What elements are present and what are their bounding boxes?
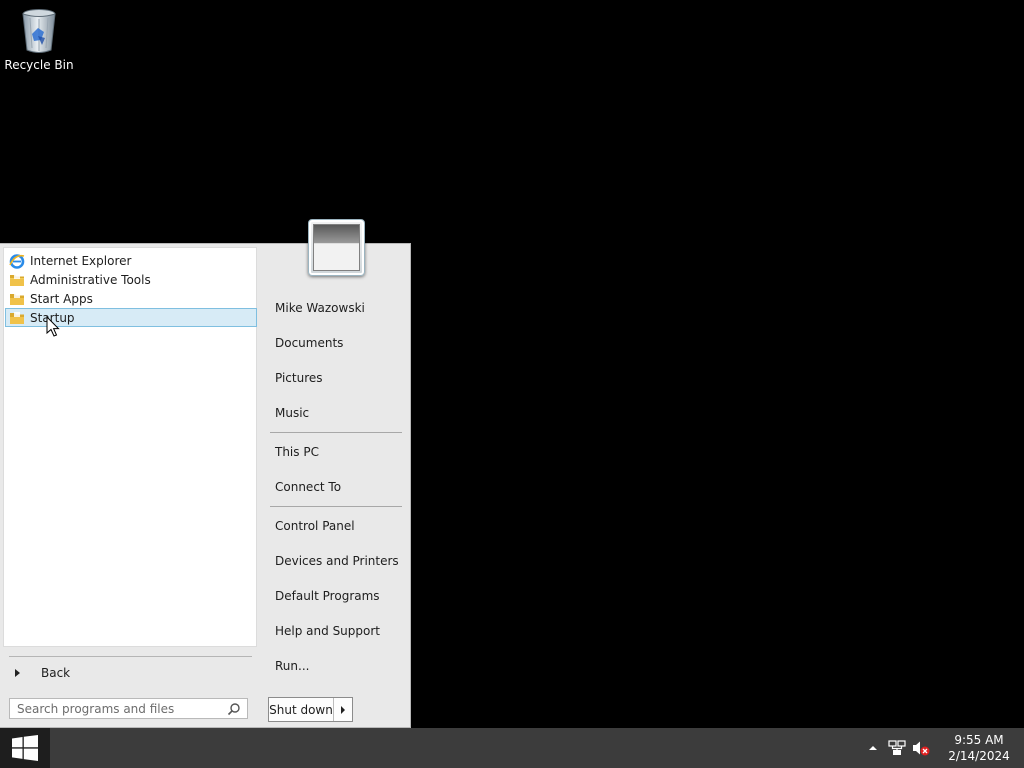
link-label: Run... bbox=[275, 659, 310, 673]
program-item-label: Internet Explorer bbox=[30, 253, 132, 268]
search-icon[interactable] bbox=[227, 702, 241, 716]
search-input[interactable] bbox=[17, 699, 227, 718]
link-devices-and-printers[interactable]: Devices and Printers bbox=[269, 547, 403, 575]
link-label: Music bbox=[275, 406, 310, 420]
link-label: Devices and Printers bbox=[275, 554, 399, 568]
clock-time: 9:55 AM bbox=[954, 733, 1004, 747]
link-label: Control Panel bbox=[275, 519, 355, 533]
system-tray: 9:55 AM 2/14/2024 bbox=[862, 728, 1024, 768]
chevron-up-icon bbox=[869, 746, 877, 750]
link-this-pc[interactable]: This PC bbox=[269, 438, 403, 466]
show-hidden-icons-button[interactable] bbox=[862, 728, 884, 768]
shutdown-control: Shut down bbox=[268, 697, 353, 722]
link-pictures[interactable]: Pictures bbox=[269, 364, 403, 392]
shutdown-options-button[interactable] bbox=[334, 698, 352, 721]
windows-logo-icon bbox=[12, 735, 38, 761]
program-item-label: Startup bbox=[30, 310, 75, 325]
link-run[interactable]: Run... bbox=[269, 652, 403, 680]
link-label: Default Programs bbox=[275, 589, 380, 603]
program-item-label: Administrative Tools bbox=[30, 272, 151, 287]
network-icon bbox=[888, 740, 906, 755]
all-programs-list: Internet Explorer Administrative Tools S… bbox=[3, 247, 257, 647]
program-item-administrative-tools[interactable]: Administrative Tools bbox=[5, 270, 257, 289]
link-label: Documents bbox=[275, 336, 344, 350]
back-button[interactable]: Back bbox=[10, 663, 250, 683]
divider bbox=[9, 656, 252, 657]
link-help-and-support[interactable]: Help and Support bbox=[269, 617, 403, 645]
start-button[interactable] bbox=[0, 728, 50, 768]
program-item-start-apps[interactable]: Start Apps bbox=[5, 289, 257, 308]
program-item-startup[interactable]: Startup bbox=[5, 308, 257, 327]
link-user-folder[interactable]: Mike Wazowski bbox=[269, 294, 403, 322]
play-arrow-icon bbox=[15, 669, 20, 677]
back-label: Back bbox=[41, 666, 71, 680]
link-label: Pictures bbox=[275, 371, 323, 385]
link-label: This PC bbox=[275, 445, 319, 459]
folder-icon bbox=[9, 272, 25, 288]
chevron-right-icon bbox=[341, 705, 345, 714]
shutdown-button[interactable]: Shut down bbox=[269, 698, 334, 721]
desktop-icon-recycle-bin[interactable]: Recycle Bin bbox=[4, 6, 74, 72]
divider bbox=[270, 506, 402, 507]
start-menu: Internet Explorer Administrative Tools S… bbox=[0, 219, 411, 728]
link-default-programs[interactable]: Default Programs bbox=[269, 582, 403, 610]
link-label: Help and Support bbox=[275, 624, 380, 638]
internet-explorer-icon bbox=[9, 253, 25, 269]
volume-muted-icon bbox=[913, 741, 930, 756]
program-item-label: Start Apps bbox=[30, 291, 93, 306]
folder-icon bbox=[9, 310, 25, 326]
taskbar: 9:55 AM 2/14/2024 bbox=[0, 728, 1024, 768]
network-tray-button[interactable] bbox=[886, 728, 908, 768]
link-label: Mike Wazowski bbox=[275, 301, 365, 315]
link-connect-to[interactable]: Connect To bbox=[269, 473, 403, 501]
user-account-picture[interactable] bbox=[308, 219, 365, 276]
volume-tray-button[interactable] bbox=[910, 728, 932, 768]
clock-date: 2/14/2024 bbox=[948, 749, 1010, 763]
program-item-internet-explorer[interactable]: Internet Explorer bbox=[5, 251, 257, 270]
recycle-bin-icon bbox=[19, 6, 59, 54]
link-documents[interactable]: Documents bbox=[269, 329, 403, 357]
clock[interactable]: 9:55 AM 2/14/2024 bbox=[938, 728, 1020, 768]
link-control-panel[interactable]: Control Panel bbox=[269, 512, 403, 540]
user-picture-image bbox=[313, 224, 360, 271]
desktop-icon-label: Recycle Bin bbox=[4, 58, 74, 72]
link-music[interactable]: Music bbox=[269, 399, 403, 427]
divider bbox=[270, 432, 402, 433]
link-label: Connect To bbox=[275, 480, 342, 494]
search-box[interactable] bbox=[9, 698, 248, 719]
folder-icon bbox=[9, 291, 25, 307]
